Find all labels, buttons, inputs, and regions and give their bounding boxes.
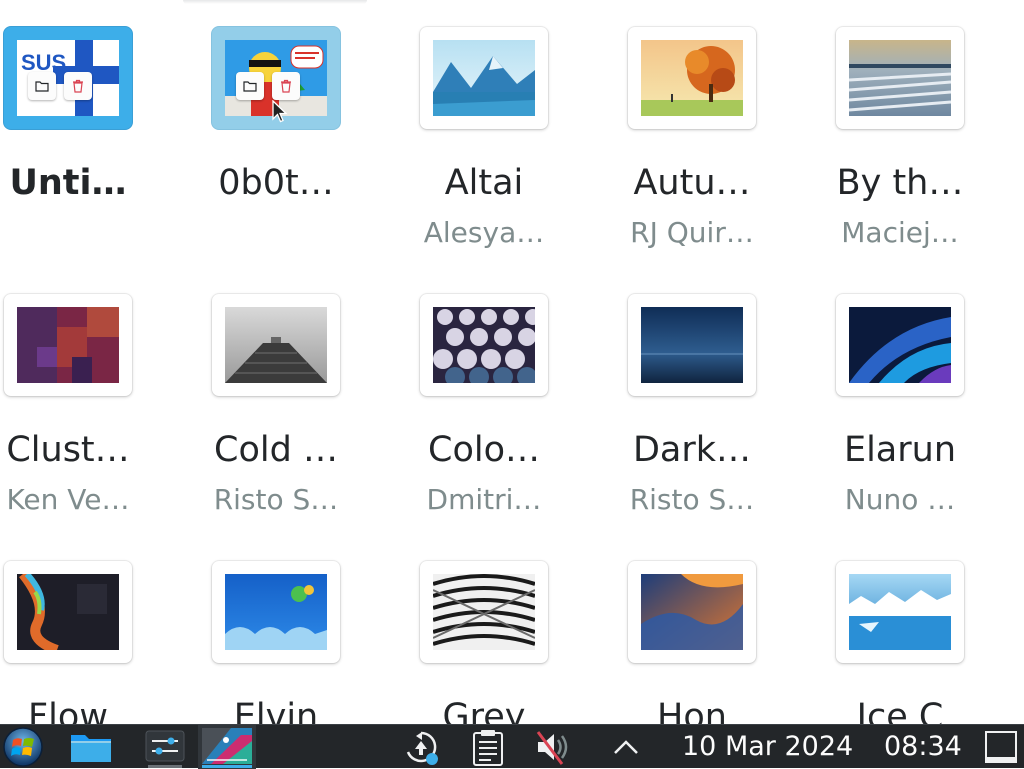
wallpaper-thumbnail: [641, 40, 743, 116]
wallpaper-thumbnail: [849, 40, 951, 116]
wallpaper-card[interactable]: Dark… Risto S…: [624, 267, 832, 535]
wallpaper-thumbnail: [641, 574, 743, 650]
task-file-manager[interactable]: [62, 725, 120, 769]
wallpaper-thumbnail-frame[interactable]: [628, 294, 756, 396]
wallpaper-thumbnail-frame[interactable]: [628, 561, 756, 663]
wallpaper-card[interactable]: Hon: [624, 534, 832, 724]
wallpaper-card[interactable]: Clust… Ken Ve…: [0, 267, 208, 535]
wallpaper-thumbnail: [17, 307, 119, 383]
wallpaper-card[interactable]: Autu… RJ Quir…: [624, 0, 832, 268]
remove-wallpaper-button[interactable]: [64, 72, 92, 100]
folder-icon: [71, 735, 111, 762]
wallpaper-thumbnail-frame[interactable]: [836, 561, 964, 663]
application-launcher[interactable]: [0, 725, 46, 769]
wallpaper-card[interactable]: Flow: [0, 534, 208, 724]
wallpaper-thumbnail: [433, 574, 535, 650]
app-icon: [202, 728, 252, 764]
wallpaper-name: Flow: [28, 697, 108, 724]
wallpaper-thumbnail-frame[interactable]: [628, 27, 756, 129]
wallpaper-name: Grey: [442, 697, 526, 724]
wallpaper-card[interactable]: Cold … Risto S…: [208, 267, 416, 535]
tray-updates[interactable]: [400, 725, 442, 769]
wallpaper-author: Alesya…: [423, 216, 545, 249]
settings-sliders-icon: [145, 730, 185, 762]
tray-volume[interactable]: [530, 725, 574, 769]
task-discover[interactable]: [198, 725, 256, 769]
wallpaper-name: Clust…: [6, 430, 130, 470]
wallpaper-card[interactable]: Colo… Dmitri…: [416, 267, 624, 535]
wallpaper-thumbnail-frame[interactable]: [4, 561, 132, 663]
wallpaper-thumbnail: [641, 307, 743, 383]
wallpaper-thumbnail-frame[interactable]: [836, 294, 964, 396]
clock-time[interactable]: 08:34: [884, 728, 962, 766]
mouse-cursor-icon: [272, 100, 288, 123]
wallpaper-thumbnail-frame[interactable]: [212, 561, 340, 663]
wallpaper-card[interactable]: By th… Maciej…: [832, 0, 1024, 268]
wallpaper-card[interactable]: 0b0t…: [208, 0, 416, 268]
wallpaper-thumbnail-frame[interactable]: SUS: [4, 27, 132, 129]
tray-clipboard[interactable]: [468, 725, 508, 769]
wallpaper-author: Nuno …: [844, 483, 956, 516]
wallpaper-author: Risto S…: [629, 483, 755, 516]
wallpaper-author: Risto S…: [213, 483, 339, 516]
wallpaper-name: Altai: [444, 163, 524, 203]
wallpaper-card[interactable]: SUS Unti…: [0, 0, 208, 268]
folder-icon: [243, 81, 257, 92]
wallpaper-thumbnail-frame[interactable]: [212, 294, 340, 396]
wallpaper-name: Unti…: [9, 163, 127, 203]
wallpaper-grid[interactable]: SUS Unti… 0b0t… Altai Alesya… Autu… RJ Quir… By…: [0, 0, 1024, 724]
wallpaper-name: By th…: [836, 163, 964, 203]
wallpaper-thumbnail: [849, 307, 951, 383]
show-desktop-icon: [985, 731, 1017, 763]
start-orb-icon: [3, 727, 43, 767]
wallpaper-author: RJ Quir…: [630, 216, 754, 249]
wallpaper-thumbnail-frame[interactable]: [420, 27, 548, 129]
update-icon: [406, 731, 438, 765]
wallpaper-thumbnail-frame[interactable]: [420, 294, 548, 396]
wallpaper-name: Elvin: [233, 697, 319, 724]
wallpaper-thumbnail: [225, 574, 327, 650]
wallpaper-name: Ice C: [856, 697, 944, 724]
wallpaper-name: Hon: [657, 697, 727, 724]
wallpaper-name: Colo…: [428, 430, 540, 470]
wallpaper-thumbnail-frame[interactable]: [836, 27, 964, 129]
wallpaper-thumbnail: [225, 307, 327, 383]
wallpaper-author: Dmitri…: [426, 483, 542, 516]
wallpaper-author: Ken Ve…: [6, 483, 130, 516]
wallpaper-thumbnail-frame[interactable]: [4, 294, 132, 396]
wallpaper-card[interactable]: Grey: [416, 534, 624, 724]
volume-muted-icon: [536, 731, 568, 765]
wallpaper-card[interactable]: Elvin: [208, 534, 416, 724]
trash-icon: [281, 79, 291, 93]
chevron-up-icon: [614, 740, 638, 754]
folder-icon: [35, 81, 49, 92]
wallpaper-thumbnail: [433, 40, 535, 116]
tray-expand[interactable]: [606, 725, 646, 769]
wallpaper-thumbnail: [849, 574, 951, 650]
remove-wallpaper-button[interactable]: [272, 72, 300, 100]
trash-icon: [73, 79, 83, 93]
wallpaper-name: 0b0t…: [218, 163, 334, 203]
wallpaper-actions: [28, 72, 92, 100]
task-system-settings[interactable]: [136, 725, 194, 769]
wallpaper-name: Dark…: [632, 430, 752, 470]
wallpaper-thumbnail: [433, 307, 535, 383]
wallpaper-actions: [236, 72, 300, 100]
clock-date[interactable]: 10 Mar 2024: [682, 728, 853, 766]
taskbar: 10 Mar 2024 08:34: [0, 724, 1024, 769]
open-folder-button[interactable]: [236, 72, 264, 100]
clipboard-icon: [473, 730, 503, 766]
wallpaper-author: Maciej…: [841, 216, 959, 249]
show-desktop-button[interactable]: [978, 725, 1024, 769]
open-folder-button[interactable]: [28, 72, 56, 100]
wallpaper-thumbnail: [17, 574, 119, 650]
wallpaper-thumbnail-frame[interactable]: [420, 561, 548, 663]
wallpaper-card[interactable]: Altai Alesya…: [416, 0, 624, 268]
wallpaper-name: Cold …: [214, 430, 338, 470]
wallpaper-name: Autu…: [633, 163, 751, 203]
wallpaper-card[interactable]: Ice C: [832, 534, 1024, 724]
wallpaper-name: Elarun: [843, 430, 957, 470]
wallpaper-card[interactable]: Elarun Nuno …: [832, 267, 1024, 535]
